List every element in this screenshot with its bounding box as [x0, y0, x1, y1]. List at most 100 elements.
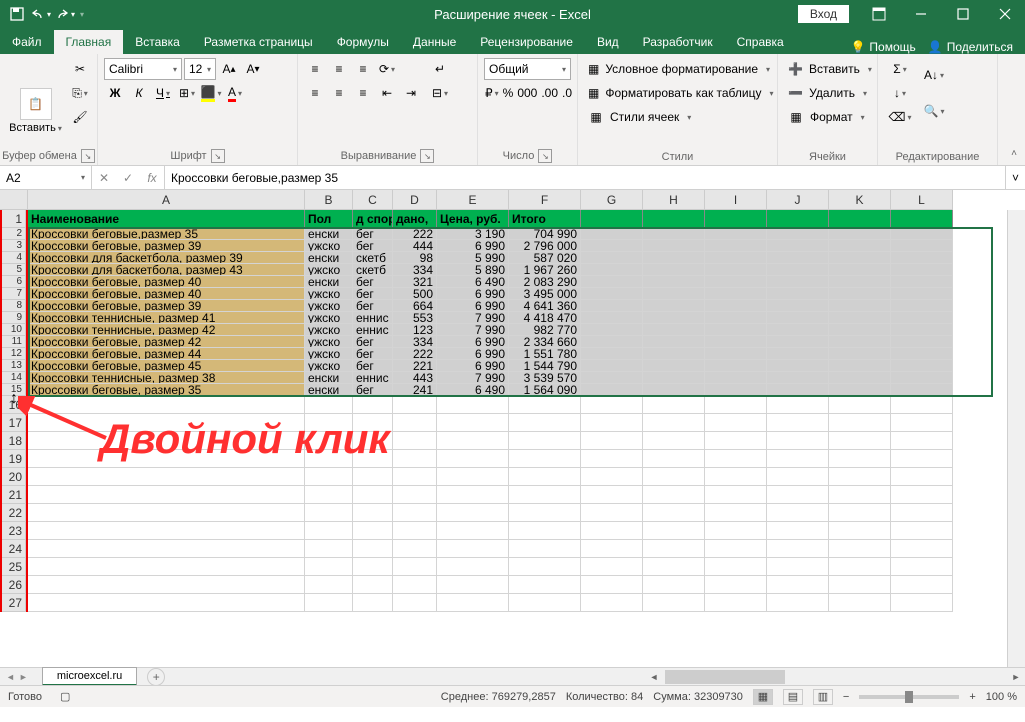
cell[interactable]	[705, 540, 767, 558]
cell[interactable]: ужско	[305, 324, 353, 336]
cell[interactable]	[509, 576, 581, 594]
cell[interactable]: бег	[353, 336, 393, 348]
cell[interactable]	[829, 450, 891, 468]
row-header-27[interactable]: 27	[2, 594, 26, 612]
sheet-tab-active[interactable]: microexcel.ru	[42, 667, 137, 685]
cell[interactable]: 6 490	[437, 384, 509, 396]
row-header-23[interactable]: 23	[2, 522, 26, 540]
row-header-17[interactable]: 17	[2, 414, 26, 432]
row-header-5[interactable]: 5	[2, 264, 26, 276]
indent-increase-icon[interactable]: ⇥	[400, 82, 422, 104]
col-header-J[interactable]: J	[767, 190, 829, 210]
view-normal-icon[interactable]: ▦	[753, 689, 773, 705]
cell[interactable]	[353, 522, 393, 540]
cell[interactable]	[829, 594, 891, 612]
cell[interactable]	[643, 432, 705, 450]
cell[interactable]	[705, 576, 767, 594]
cell[interactable]	[509, 432, 581, 450]
collapse-ribbon-icon[interactable]: ˄	[1011, 148, 1017, 159]
bold-button[interactable]: Ж	[104, 82, 126, 104]
cell[interactable]	[305, 432, 353, 450]
cell[interactable]	[353, 450, 393, 468]
cell[interactable]	[705, 486, 767, 504]
cell[interactable]: 982 770	[509, 324, 581, 336]
cell[interactable]: 553	[393, 312, 437, 324]
cell[interactable]: 1 564 090	[509, 384, 581, 396]
cell[interactable]	[643, 228, 705, 240]
cell[interactable]: 4 418 470	[509, 312, 581, 324]
row-header-7[interactable]: 7	[2, 288, 26, 300]
cell[interactable]	[28, 468, 305, 486]
cell[interactable]	[643, 324, 705, 336]
cell[interactable]	[581, 396, 643, 414]
cell[interactable]	[829, 432, 891, 450]
cell[interactable]: 7 990	[437, 312, 509, 324]
cell[interactable]	[437, 558, 509, 576]
cell[interactable]: 3 190	[437, 228, 509, 240]
add-sheet-button[interactable]: +	[147, 668, 165, 686]
cell[interactable]	[891, 522, 953, 540]
cell[interactable]	[767, 384, 829, 396]
tab-home[interactable]: Главная	[54, 30, 124, 54]
cell[interactable]	[393, 486, 437, 504]
cell[interactable]	[643, 540, 705, 558]
cell[interactable]	[581, 228, 643, 240]
format-as-table-button[interactable]: ▦Форматировать как таблицу▾	[584, 82, 771, 104]
redo-icon[interactable]: ▾	[54, 3, 76, 25]
cell[interactable]: 98	[393, 252, 437, 264]
cell[interactable]	[891, 414, 953, 432]
cell[interactable]	[437, 468, 509, 486]
cell[interactable]	[643, 468, 705, 486]
cell[interactable]	[353, 576, 393, 594]
cell[interactable]: Кроссовки беговые, размер 40	[28, 276, 305, 288]
row-header-6[interactable]: 6	[2, 276, 26, 288]
cell[interactable]	[891, 504, 953, 522]
cell[interactable]	[891, 264, 953, 276]
cell[interactable]: Пол	[305, 210, 353, 228]
cell[interactable]	[705, 384, 767, 396]
cell[interactable]: бег	[353, 288, 393, 300]
cell[interactable]	[705, 228, 767, 240]
cell[interactable]	[643, 384, 705, 396]
cell[interactable]	[581, 432, 643, 450]
cell[interactable]	[767, 486, 829, 504]
cell[interactable]: Кроссовки для баскетбола, размер 39	[28, 252, 305, 264]
cell[interactable]	[28, 450, 305, 468]
select-all-corner[interactable]	[0, 190, 28, 210]
cell[interactable]	[305, 486, 353, 504]
row-header-24[interactable]: 24	[2, 540, 26, 558]
cell[interactable]	[28, 414, 305, 432]
cell[interactable]: ужско	[305, 288, 353, 300]
cell[interactable]	[829, 348, 891, 360]
name-box[interactable]: A2▾	[0, 166, 92, 189]
zoom-level[interactable]: 100 %	[986, 691, 1017, 703]
hscroll-thumb[interactable]	[665, 670, 785, 684]
cell[interactable]: 6 990	[437, 348, 509, 360]
row-header-13[interactable]: 13	[2, 360, 26, 372]
sheet-next-icon[interactable]: ►	[19, 672, 28, 682]
cell[interactable]	[643, 240, 705, 252]
cell[interactable]	[643, 312, 705, 324]
cell[interactable]	[891, 396, 953, 414]
cell[interactable]: еннис	[353, 324, 393, 336]
tab-formulas[interactable]: Формулы	[325, 30, 401, 54]
cell[interactable]	[393, 504, 437, 522]
cell[interactable]: 444	[393, 240, 437, 252]
cell[interactable]	[581, 360, 643, 372]
cell[interactable]: 221	[393, 360, 437, 372]
cell[interactable]: ужско	[305, 240, 353, 252]
tab-help[interactable]: Справка	[725, 30, 796, 54]
cell[interactable]	[437, 594, 509, 612]
cell[interactable]: Кроссовки беговые, размер 42	[28, 336, 305, 348]
view-layout-icon[interactable]: ▤	[783, 689, 803, 705]
cell[interactable]	[643, 372, 705, 384]
cell[interactable]	[891, 324, 953, 336]
find-icon[interactable]: 🔍▾	[920, 94, 948, 128]
cell[interactable]	[353, 414, 393, 432]
cell[interactable]	[767, 276, 829, 288]
cell[interactable]	[767, 576, 829, 594]
tab-data[interactable]: Данные	[401, 30, 468, 54]
cell[interactable]: 3 495 000	[509, 288, 581, 300]
cell[interactable]	[509, 522, 581, 540]
align-bottom-icon[interactable]: ≡	[352, 58, 374, 80]
